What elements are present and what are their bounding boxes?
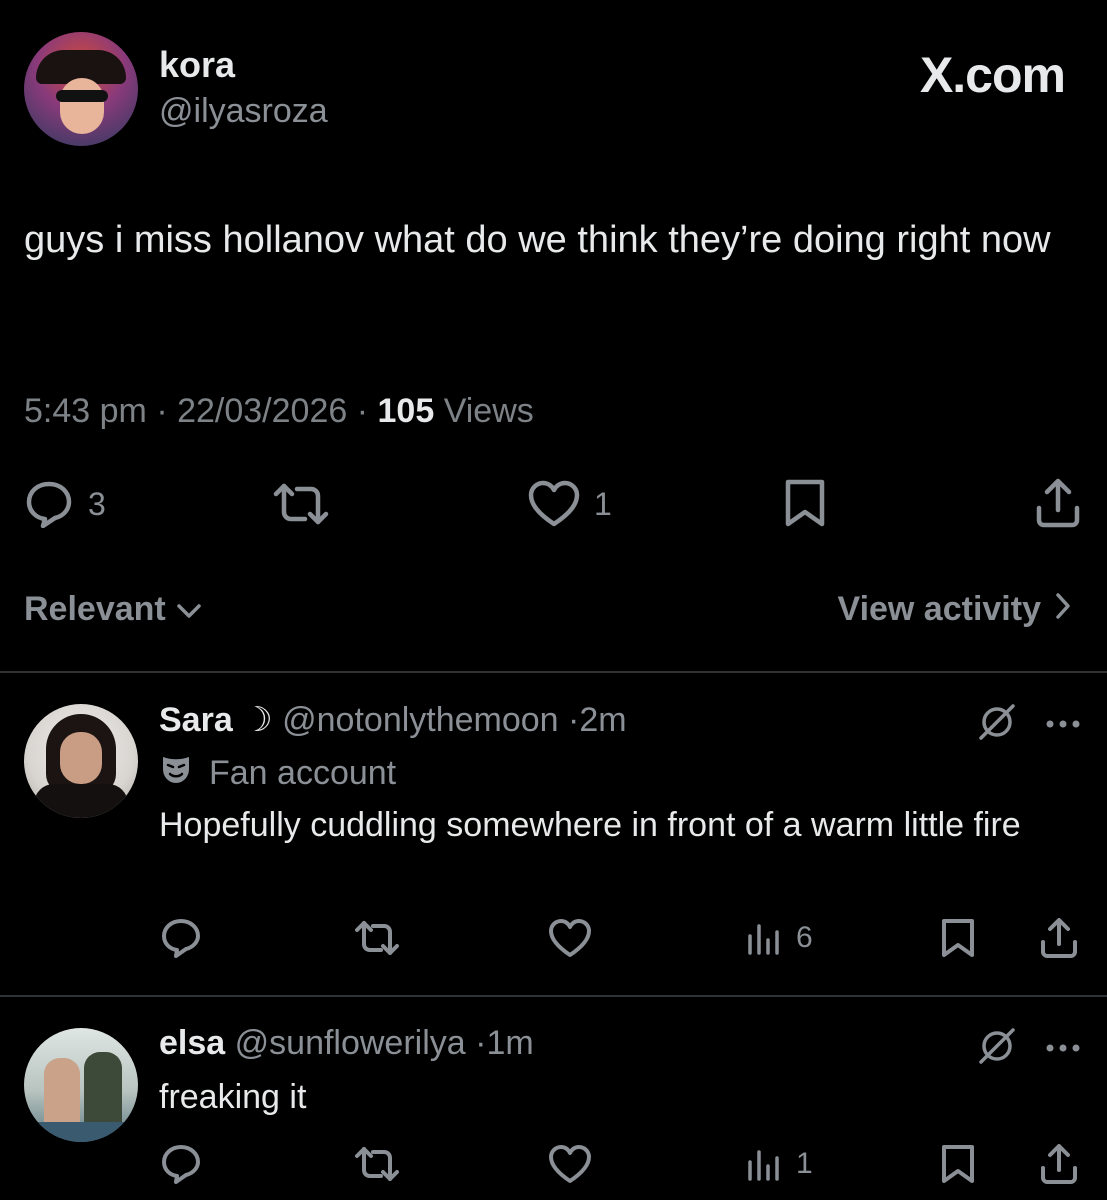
like-button[interactable] xyxy=(548,918,592,958)
reply-button[interactable] xyxy=(160,918,202,958)
repost-icon xyxy=(272,482,330,526)
more-icon[interactable] xyxy=(1045,1040,1081,1058)
avatar-person-right xyxy=(84,1052,122,1128)
views-label: Views xyxy=(443,392,534,430)
views-count: 6 xyxy=(796,921,813,954)
reply-header: Sara ☽ @notonlythemoon ·2m xyxy=(159,700,627,740)
repost-button[interactable] xyxy=(272,482,330,526)
post-detail-page: kora @ilyasroza X.com guys i miss hollan… xyxy=(0,0,1107,1200)
bookmark-icon xyxy=(940,1144,976,1184)
reply-count: 3 xyxy=(88,485,106,522)
share-button[interactable] xyxy=(1040,1144,1078,1184)
divider xyxy=(0,671,1107,673)
avatar-person-left xyxy=(44,1058,80,1128)
views-icon xyxy=(746,920,782,956)
views-icon xyxy=(746,1146,782,1182)
like-icon xyxy=(548,918,592,958)
like-icon xyxy=(528,480,580,528)
meta-separator: · xyxy=(356,392,378,430)
reply-actions: 6 xyxy=(0,918,1107,974)
reply-author-name[interactable]: Sara xyxy=(159,701,233,739)
repost-button[interactable] xyxy=(354,1146,400,1182)
view-activity-link[interactable]: View activity xyxy=(838,590,1072,629)
meta-separator: · xyxy=(475,1024,487,1062)
reply-icon xyxy=(24,480,74,528)
chevron-right-icon xyxy=(1055,590,1071,629)
avatar-face xyxy=(60,732,102,784)
bookmark-button[interactable] xyxy=(940,918,976,958)
repost-button[interactable] xyxy=(354,920,400,956)
moon-emoji: ☽ xyxy=(242,701,273,739)
bookmark-button[interactable] xyxy=(940,1144,976,1184)
share-button[interactable] xyxy=(1040,918,1078,958)
reply-author-handle[interactable]: @sunflowerilya xyxy=(235,1024,466,1062)
repost-icon xyxy=(354,1146,400,1182)
account-label: Fan account xyxy=(159,752,396,795)
views-button[interactable]: 1 xyxy=(746,1146,813,1182)
reply-actions: 1 xyxy=(0,1144,1107,1200)
reply-avatar[interactable] xyxy=(24,704,138,818)
share-button[interactable] xyxy=(1035,478,1081,528)
author-handle[interactable]: @ilyasroza xyxy=(159,92,328,131)
avatar-face xyxy=(60,78,104,134)
sort-dropdown[interactable]: Relevant xyxy=(24,590,202,629)
meta-separator: · xyxy=(568,701,580,739)
share-icon xyxy=(1040,918,1078,958)
bookmark-icon xyxy=(783,478,827,528)
brand-logo: X.com xyxy=(919,47,1066,103)
bookmark-button[interactable] xyxy=(783,478,827,528)
grok-icon[interactable] xyxy=(977,702,1017,747)
account-label-text: Fan account xyxy=(209,754,397,792)
avatar-top xyxy=(34,784,128,818)
views-count: 105 xyxy=(377,392,435,430)
reply-avatar[interactable] xyxy=(24,1028,138,1142)
grok-icon[interactable] xyxy=(977,1026,1017,1071)
avatar-glasses xyxy=(56,90,108,102)
author-name[interactable]: kora xyxy=(159,44,235,86)
chevron-down-icon xyxy=(176,590,202,629)
reply-header: elsa @sunflowerilya ·1m xyxy=(159,1024,534,1063)
post-time[interactable]: 5:43 pm xyxy=(24,392,147,430)
meta-separator: · xyxy=(156,392,178,430)
reply-button[interactable] xyxy=(160,1144,202,1184)
reply-text: freaking it xyxy=(159,1078,307,1116)
like-count: 1 xyxy=(594,485,612,522)
reply-time[interactable]: 2m xyxy=(579,701,626,739)
like-button[interactable]: 1 xyxy=(528,480,612,528)
reply-author-handle[interactable]: @notonlythemoon xyxy=(282,701,558,739)
view-activity-label: View activity xyxy=(837,590,1042,628)
author-avatar[interactable] xyxy=(24,32,138,146)
reply-text: Hopefully cuddling somewhere in front of… xyxy=(159,806,1021,844)
mask-icon xyxy=(159,752,193,795)
reply-time[interactable]: 1m xyxy=(486,1024,533,1062)
post-date[interactable]: 22/03/2026 xyxy=(177,392,347,430)
reply-icon xyxy=(160,1144,202,1184)
post-text: guys i miss hollanov what do we think th… xyxy=(24,219,1051,261)
divider xyxy=(0,995,1107,997)
views-button[interactable]: 6 xyxy=(746,920,813,956)
sort-label: Relevant xyxy=(24,590,166,628)
like-button[interactable] xyxy=(548,1144,592,1184)
post-actions: 3 1 xyxy=(0,476,1107,532)
share-icon xyxy=(1035,478,1081,528)
like-icon xyxy=(548,1144,592,1184)
reply-button[interactable]: 3 xyxy=(24,480,106,528)
repost-icon xyxy=(354,920,400,956)
avatar-ground xyxy=(24,1122,138,1142)
reply-author-name[interactable]: elsa xyxy=(159,1024,225,1062)
more-icon[interactable] xyxy=(1045,716,1081,734)
views-count: 1 xyxy=(796,1147,813,1180)
share-icon xyxy=(1040,1144,1078,1184)
bookmark-icon xyxy=(940,918,976,958)
post-meta: 5:43 pm · 22/03/2026 · 105 Views xyxy=(24,392,534,431)
reply-icon xyxy=(160,918,202,958)
